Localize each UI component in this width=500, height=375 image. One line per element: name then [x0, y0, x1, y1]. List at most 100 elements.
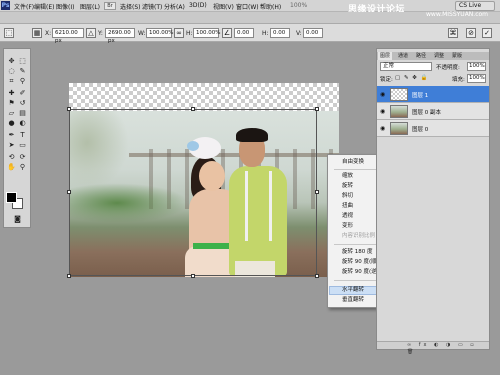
brush-tool-icon[interactable]: ✐ — [18, 89, 27, 97]
layers-panel-footer[interactable]: ∞ fx ◐ ◑ ▭ ▫ 🗑 — [377, 341, 489, 355]
menu-item-perspective[interactable]: 透视 — [342, 212, 353, 220]
3d-orbit-tool-icon[interactable]: ⟳ — [18, 153, 27, 161]
foreground-color-swatch[interactable] — [6, 192, 17, 203]
reference-point-icon[interactable]: ▦ — [32, 28, 42, 38]
menu-layer[interactable]: 图层(L) — [80, 2, 100, 11]
history-brush-tool-icon[interactable]: ↺ — [18, 99, 27, 107]
lock-label: 锁定: — [380, 77, 393, 83]
eraser-tool-icon[interactable]: ▱ — [7, 109, 16, 117]
h-skew-label: H: — [262, 30, 269, 37]
transform-handle[interactable] — [67, 190, 71, 194]
menu-item-flip-vertical[interactable]: 垂直翻转 — [342, 296, 364, 304]
height-scale-field[interactable]: 100.00% — [193, 28, 220, 38]
crop-tool-icon[interactable]: ⌗ — [7, 77, 16, 85]
eye-icon[interactable]: ◉ — [380, 108, 385, 115]
menu-help[interactable]: 帮助(H) — [260, 2, 281, 11]
menu-select[interactable]: 选择(S) — [120, 2, 141, 11]
quick-select-tool-icon[interactable]: ✎ — [18, 67, 27, 75]
y-position-field[interactable]: 2690.00 px — [105, 28, 135, 44]
layer-name: 图层 1 — [412, 93, 429, 99]
tab-channels[interactable]: 通道 — [396, 52, 410, 60]
h-label: H: — [186, 30, 193, 37]
commit-transform-icon[interactable]: ✓ — [482, 28, 492, 38]
relative-position-icon[interactable]: △ — [86, 28, 96, 38]
tab-layers[interactable]: 图层 — [378, 52, 393, 60]
width-scale-field[interactable]: 100.00% — [146, 28, 173, 38]
menu-item-free-transform[interactable]: 自由变换 — [342, 158, 364, 166]
lock-icons[interactable]: ▢ ✎ ✥ 🔒 — [395, 75, 429, 81]
dodge-tool-icon[interactable]: ◐ — [18, 119, 27, 127]
bridge-icon[interactable]: Br — [104, 2, 116, 10]
3d-rotate-tool-icon[interactable]: ⟲ — [7, 153, 16, 161]
transform-handle[interactable] — [67, 274, 71, 278]
transform-handle[interactable] — [191, 107, 195, 111]
path-select-tool-icon[interactable]: ➤ — [7, 141, 16, 149]
menu-image[interactable]: 图像(I) — [56, 2, 74, 11]
move-tool-icon[interactable]: ✥ — [7, 57, 16, 65]
cs-live-button[interactable]: CS Live — [455, 1, 495, 11]
quick-mask-icon[interactable]: ◙ — [13, 215, 22, 223]
menu-item-warp[interactable]: 变形 — [342, 222, 353, 230]
layer-row[interactable]: ◉ 图层 1 — [377, 86, 489, 103]
menu-3d[interactable]: 3D(D) — [189, 2, 207, 9]
transform-handle[interactable] — [315, 274, 319, 278]
layer-thumbnail — [390, 105, 408, 118]
lasso-tool-icon[interactable]: ◌ — [7, 67, 16, 75]
transform-handle[interactable] — [191, 274, 195, 278]
menu-item-skew[interactable]: 斜切 — [342, 192, 353, 200]
transform-bounding-box[interactable] — [69, 109, 317, 276]
menu-filter[interactable]: 滤镜(T) — [142, 2, 162, 11]
opacity-field[interactable]: 100% — [467, 62, 486, 71]
transform-handle[interactable] — [315, 190, 319, 194]
fill-field[interactable]: 100% — [467, 74, 486, 83]
menu-item-flip-horizontal[interactable]: 水平翻转 — [342, 286, 364, 294]
blend-mode-select[interactable]: 正常 — [380, 62, 432, 71]
layer-thumbnail — [390, 88, 408, 101]
rotate-icon: ∠ — [222, 28, 232, 38]
y-label: Y: — [98, 30, 103, 37]
blur-tool-icon[interactable]: ● — [7, 119, 16, 127]
layer-row[interactable]: ◉ 图层 0 — [377, 120, 489, 137]
cancel-transform-icon[interactable]: ⊘ — [466, 28, 476, 38]
type-tool-icon[interactable]: T — [18, 131, 27, 139]
menu-window[interactable]: 窗口(W) — [236, 2, 259, 11]
healing-tool-icon[interactable]: ✚ — [7, 89, 16, 97]
menu-view[interactable]: 视图(V) — [213, 2, 234, 11]
marquee-tool-icon[interactable]: ⬚ — [18, 57, 27, 65]
tab-masks[interactable]: 蒙版 — [450, 52, 464, 60]
layer-thumbnail — [390, 122, 408, 135]
hand-tool-icon[interactable]: ✋ — [7, 163, 16, 171]
h-skew-field[interactable]: 0.00 — [270, 28, 290, 38]
opacity-label: 不透明度: — [436, 65, 460, 71]
eye-icon[interactable]: ◉ — [380, 91, 385, 98]
x-position-field[interactable]: 6210.00 px — [52, 28, 84, 44]
pen-tool-icon[interactable]: ✒ — [7, 131, 16, 139]
clone-stamp-tool-icon[interactable]: ⚑ — [7, 99, 16, 107]
menu-file[interactable]: 文件(F) — [14, 2, 34, 11]
zoom-tool-icon[interactable]: ⚲ — [18, 163, 27, 171]
menu-item-distort[interactable]: 扭曲 — [342, 202, 353, 210]
transform-handle[interactable] — [67, 107, 71, 111]
menu-item-rotate-180[interactable]: 旋转 180 度 — [342, 248, 373, 256]
warp-mode-icon[interactable]: ⌘ — [448, 28, 458, 38]
tab-adjustments[interactable]: 调整 — [432, 52, 446, 60]
photoshop-logo: Ps — [1, 1, 10, 10]
menu-analysis[interactable]: 分析(A) — [164, 2, 185, 11]
v-skew-label: V: — [296, 30, 302, 37]
transform-handle[interactable] — [315, 107, 319, 111]
menu-edit[interactable]: 编辑(E) — [34, 2, 54, 11]
zoom-level[interactable]: 100% — [290, 2, 307, 9]
layer-row[interactable]: ◉ 图层 0 副本 — [377, 103, 489, 120]
link-icon[interactable]: ∞ — [174, 28, 184, 38]
transform-tool-icon[interactable]: ⬚ — [4, 28, 14, 38]
eyedropper-tool-icon[interactable]: ⚲ — [18, 77, 27, 85]
gradient-tool-icon[interactable]: ▤ — [18, 109, 27, 117]
eye-icon[interactable]: ◉ — [380, 125, 385, 132]
menu-item-rotate[interactable]: 旋转 — [342, 182, 353, 190]
v-skew-field[interactable]: 0.00 — [303, 28, 323, 38]
shape-tool-icon[interactable]: ▭ — [18, 141, 27, 149]
tab-paths[interactable]: 路径 — [414, 52, 428, 60]
transparent-area — [69, 83, 339, 111]
rotate-angle-field[interactable]: 0.00 — [234, 28, 254, 38]
menu-item-scale[interactable]: 缩放 — [342, 172, 353, 180]
